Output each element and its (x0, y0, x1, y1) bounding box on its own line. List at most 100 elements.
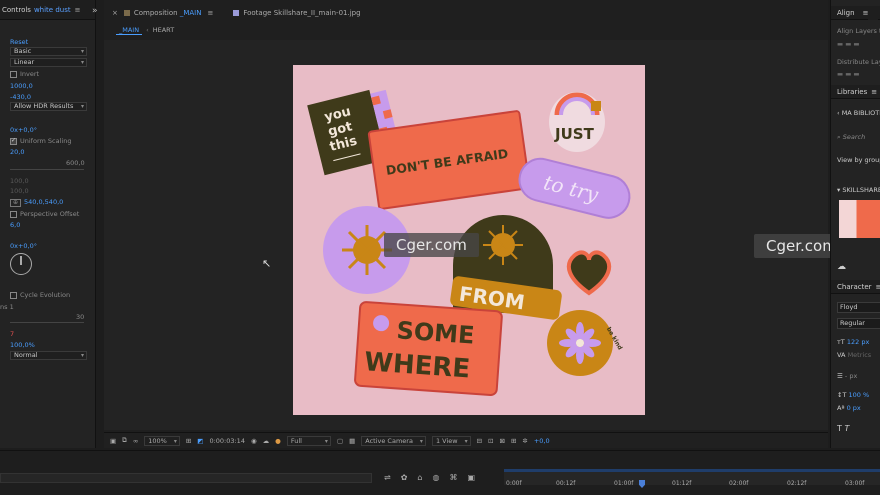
flowchart-icon[interactable]: ⊞ (511, 437, 516, 445)
grid-icon[interactable]: ⊞ (186, 437, 191, 445)
timeline-tool-icons[interactable]: ⇌✿⌂◍⌘▣ (384, 473, 485, 482)
camera-dropdown[interactable]: Active Camera (361, 435, 426, 446)
scale-slider[interactable] (10, 169, 84, 170)
collapse-icon[interactable]: ▾ (837, 186, 840, 194)
vscale-icon: ↕T (837, 391, 847, 399)
library-selector[interactable]: ‹ MA BIBLIOTHÈQUE (837, 109, 880, 117)
distribute-icons[interactable]: ▬ ▬ ▬ (837, 70, 860, 78)
cloud-icon[interactable]: ☁ (837, 262, 846, 272)
invert-checkbox[interactable] (10, 70, 17, 78)
search-placeholder: Search (842, 133, 866, 141)
library-search[interactable]: ⌕ Search (837, 133, 865, 142)
distribute-label: Distribute Layers: (837, 58, 880, 66)
subtab-main[interactable]: _MAIN (116, 26, 143, 35)
invert-checkbox-row[interactable]: Invert (10, 70, 39, 78)
angle-dial-needle (20, 256, 22, 265)
scale-value[interactable]: 20,0 (10, 148, 24, 156)
composition-viewer[interactable]: you got this JUST DON'T BE AFRAID to try… (104, 40, 849, 430)
cycle-evolution-checkbox[interactable] (10, 291, 17, 299)
uniform-scaling-row[interactable]: Uniform Scaling (10, 137, 71, 145)
font-size-row[interactable]: тT 122 px (837, 338, 869, 346)
zoom-dropdown[interactable]: 100% (144, 435, 180, 446)
timecode[interactable]: 0:00:03:14 (209, 437, 245, 445)
subtab-heart[interactable]: HEART (153, 26, 174, 34)
heart-shape (566, 250, 612, 296)
sticker-heart (566, 250, 612, 296)
glasses-icon[interactable]: ∞ (133, 437, 138, 445)
leading-row[interactable]: ☰ - px (837, 372, 857, 380)
red-value[interactable]: 7 (10, 330, 14, 338)
cycle-slider[interactable] (10, 322, 84, 323)
font-size-value[interactable]: 122 px (847, 338, 869, 346)
views-dropdown[interactable]: 1 View (431, 435, 471, 446)
rotation-value[interactable]: 0x+0,0° (10, 126, 37, 134)
timeline-search-field[interactable] (0, 473, 372, 483)
show-snapshot-icon[interactable]: ☁ (263, 437, 270, 445)
character-menu-icon[interactable]: ≡ (876, 283, 880, 291)
text-style-icons[interactable]: T T (837, 424, 849, 433)
leading-value[interactable]: - px (845, 372, 857, 380)
perspective-offset-row[interactable]: Perspective Offset (10, 210, 79, 218)
viewer-toolbar: ▣ ⧉ ∞ 100% ⊞ ◩ 0:00:03:14 ◉ ☁ ● Full ▢ ▦… (104, 432, 828, 448)
uniform-scaling-label: Uniform Scaling (20, 137, 72, 145)
view-by-group[interactable]: View by group (837, 156, 880, 164)
offset-row[interactable]: ⊕ 540,0,540,0 (10, 198, 63, 207)
vscale-row[interactable]: ↕T 100 % (837, 391, 869, 399)
color-channel-icon[interactable]: ● (275, 437, 281, 445)
composition-tabs: × Composition _MAIN ≡ Footage Skillshare… (104, 6, 828, 20)
work-area-bar[interactable] (504, 469, 880, 472)
transparency-grid-icon[interactable]: ▦ (349, 437, 355, 445)
tab-menu-icon[interactable]: ≡ (207, 9, 213, 17)
layer-name: white dust (33, 5, 71, 14)
snapshot-icon[interactable]: ◉ (251, 437, 257, 445)
fast-preview-icon[interactable]: ⊡ (488, 437, 493, 445)
roi-icon[interactable]: ▢ (337, 437, 343, 445)
tick-1: 00:12f (556, 480, 576, 487)
align-icons[interactable]: ▬ ▬ ▬ (837, 40, 860, 48)
library-swatch[interactable] (839, 200, 880, 238)
timeline-icon[interactable]: ⊠ (499, 437, 504, 445)
region-icon[interactable]: ▣ (110, 437, 116, 445)
reset-exposure-icon[interactable]: ✲ (522, 437, 527, 445)
baseline-row[interactable]: Aª 0 px (837, 404, 861, 412)
angle-dial[interactable] (10, 253, 32, 275)
exposure-value[interactable]: +0,0 (534, 437, 550, 445)
kerning-value[interactable]: Metrics (848, 351, 872, 359)
opacity-value[interactable]: 100,0% (10, 341, 35, 349)
greyed-value-1: 100,0 (10, 177, 29, 185)
safe-zones-icon[interactable]: ◩ (197, 437, 203, 445)
mode-dropdown[interactable]: Normal (10, 351, 87, 360)
vscale-value[interactable]: 100 % (849, 391, 870, 399)
rotation2-value[interactable]: 0x+0,0° (10, 242, 37, 250)
font-family-field[interactable]: Floyd (837, 302, 880, 313)
libraries-menu-icon[interactable]: ≡ (871, 88, 877, 96)
back-arrow-icon[interactable]: ‹ (837, 109, 840, 117)
perspective-value[interactable]: 6,0 (10, 221, 20, 229)
value-1[interactable]: 1000,0 (10, 82, 33, 90)
offset-value[interactable]: 540,0,540,0 (24, 198, 63, 206)
toggle-pixel-icon[interactable]: ⊟ (477, 437, 482, 445)
interpolation-dropdown[interactable]: Linear (10, 58, 87, 67)
reset-link[interactable]: Reset (10, 38, 28, 46)
toggle-mask-icon[interactable]: ⧉ (122, 436, 127, 445)
timeline-panel: ⇌✿⌂◍⌘▣ 0:00f 00:12f 01:00f 01:12f 02:00f… (0, 450, 880, 495)
hdr-dropdown[interactable]: Allow HDR Results (10, 102, 87, 111)
tab-composition[interactable]: Composition _MAIN (123, 9, 201, 17)
playhead[interactable] (639, 480, 645, 488)
close-tab-icon[interactable]: × (112, 9, 118, 17)
kerning-row[interactable]: VA Metrics (837, 351, 871, 359)
resolution-dropdown[interactable]: Full (286, 435, 331, 446)
effect-controls-panel: Controls white dust ≡ Reset Basic Linear… (0, 0, 96, 448)
crosshair-icon[interactable]: ⊕ (10, 199, 21, 207)
cycle-evolution-row[interactable]: Cycle Evolution (10, 291, 70, 299)
skillshare-group[interactable]: ▾ SKILLSHARE (837, 186, 880, 194)
font-style-field[interactable]: Regular (837, 318, 880, 329)
baseline-value[interactable]: 0 px (847, 404, 861, 412)
blend-dropdown[interactable]: Basic (10, 47, 87, 56)
panel-menu-icon[interactable]: ≡ (75, 6, 81, 14)
perspective-offset-checkbox[interactable] (10, 210, 17, 218)
expand-panels-icon[interactable]: » (92, 6, 98, 16)
value-2[interactable]: -430,0 (10, 93, 31, 101)
uniform-scaling-checkbox[interactable] (10, 137, 17, 145)
tab-footage[interactable]: Footage Skillshare_II_main-01.jpg (233, 9, 361, 17)
